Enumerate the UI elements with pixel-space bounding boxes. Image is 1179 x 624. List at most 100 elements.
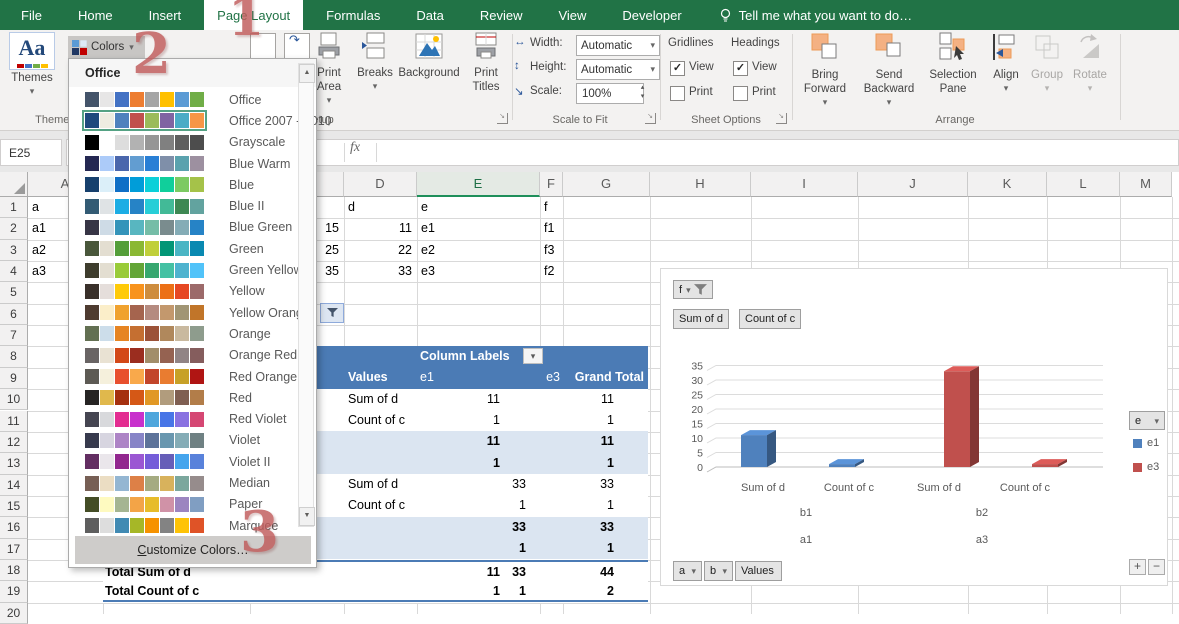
row-header-3[interactable]: 3 xyxy=(0,240,28,261)
tab-developer[interactable]: Developer xyxy=(609,0,694,30)
row-header-15[interactable]: 15 xyxy=(0,496,28,517)
theme-palette-yellow-orange[interactable]: Yellow Orange xyxy=(69,302,297,323)
align-button[interactable]: Align xyxy=(986,32,1026,94)
cell-E1[interactable]: e xyxy=(421,197,535,218)
theme-palette-green[interactable]: Green xyxy=(69,238,297,259)
legend-item-e1[interactable]: e1 xyxy=(1133,437,1159,449)
column-header-l[interactable]: L xyxy=(1047,172,1120,197)
selection-pane-button[interactable]: Selection Pane xyxy=(924,32,982,96)
theme-palette-grayscale[interactable]: Grayscale xyxy=(69,132,297,153)
scroll-up-icon[interactable]: ▲ xyxy=(299,64,315,83)
row-header-18[interactable]: 18 xyxy=(0,560,28,581)
legend-item-e3[interactable]: e3 xyxy=(1133,461,1159,473)
cell-E4[interactable]: e3 xyxy=(421,261,535,282)
column-header-i[interactable]: I xyxy=(751,172,858,197)
row-header-2[interactable]: 2 xyxy=(0,218,28,239)
cell-F2[interactable]: f1 xyxy=(544,218,558,239)
theme-palette-blue[interactable]: Blue xyxy=(69,174,297,195)
fx-icon[interactable]: fx xyxy=(350,140,360,156)
cell-D3[interactable]: 22 xyxy=(348,240,412,261)
themes-button[interactable]: Aa Themes xyxy=(4,32,60,97)
theme-palette-green-yellow[interactable]: Green Yellow xyxy=(69,259,297,280)
theme-palette-red-orange[interactable]: Red Orange xyxy=(69,366,297,387)
tab-view[interactable]: View xyxy=(545,0,599,30)
row-header-7[interactable]: 7 xyxy=(0,325,28,346)
tab-review[interactable]: Review xyxy=(467,0,536,30)
pivot-row[interactable]: Total Count of c112 xyxy=(103,581,648,602)
column-header-f[interactable]: F xyxy=(540,172,563,197)
column-header-e[interactable]: E xyxy=(417,172,540,197)
breaks-button[interactable]: Breaks xyxy=(352,32,398,92)
cell-D4[interactable]: 33 xyxy=(348,261,412,282)
row-header-12[interactable]: 12 xyxy=(0,432,28,453)
column-header-k[interactable]: K xyxy=(968,172,1047,197)
row-header-19[interactable]: 19 xyxy=(0,581,28,602)
chart-axis-button-a[interactable]: a xyxy=(673,561,702,581)
width-select[interactable]: Automatic xyxy=(576,35,660,56)
theme-palette-office[interactable]: Office xyxy=(69,89,297,110)
row-header-10[interactable]: 10 xyxy=(0,389,28,410)
chart-axis-button-b[interactable]: b xyxy=(704,561,733,581)
theme-palette-violet-ii[interactable]: Violet II xyxy=(69,451,297,472)
cell-F4[interactable]: f2 xyxy=(544,261,558,282)
row-header-9[interactable]: 9 xyxy=(0,368,28,389)
cell-D2[interactable]: 11 xyxy=(348,218,412,239)
cell-F1[interactable]: f xyxy=(544,197,558,218)
chart-legend-field-button[interactable]: e xyxy=(1129,411,1165,430)
tab-data[interactable]: Data xyxy=(403,0,456,30)
theme-palette-orange-red[interactable]: Orange Red xyxy=(69,345,297,366)
scale-spinner[interactable]: ▴▾ xyxy=(636,83,649,102)
send-backward-button[interactable]: Send Backward xyxy=(856,32,922,108)
background-button[interactable]: Background xyxy=(396,32,462,80)
chart-value-button-count-of-c[interactable]: Count of c xyxy=(739,309,801,329)
row-header-16[interactable]: 16 xyxy=(0,517,28,538)
pivot-filter-funnel-button[interactable] xyxy=(320,303,344,323)
column-header-g[interactable]: G xyxy=(563,172,650,197)
column-header-j[interactable]: J xyxy=(858,172,968,197)
gridlines-print-checkbox[interactable] xyxy=(670,86,685,101)
row-header-5[interactable]: 5 xyxy=(0,282,28,303)
tell-me-box[interactable]: Tell me what you want to do… xyxy=(719,0,912,30)
row-header-1[interactable]: 1 xyxy=(0,197,28,218)
row-header-14[interactable]: 14 xyxy=(0,475,28,496)
row-header-8[interactable]: 8 xyxy=(0,346,28,367)
tab-file[interactable]: File xyxy=(8,0,55,30)
select-all-corner[interactable] xyxy=(0,172,28,197)
chart-filter-field-button[interactable]: f xyxy=(673,280,713,299)
pivot-column-labels-dropdown[interactable] xyxy=(523,348,543,364)
height-select[interactable]: Automatic xyxy=(576,59,660,80)
chart-zoom-in-button[interactable]: + xyxy=(1129,559,1146,575)
row-header-20[interactable]: 20 xyxy=(0,603,28,624)
cell-D1[interactable]: d xyxy=(348,197,412,218)
theme-palette-yellow[interactable]: Yellow xyxy=(69,281,297,302)
theme-palette-blue-ii[interactable]: Blue II xyxy=(69,196,297,217)
cell-E2[interactable]: e1 xyxy=(421,218,535,239)
headings-view-checkbox[interactable]: ✓ xyxy=(733,61,748,76)
chart-axis-button-values[interactable]: Values xyxy=(735,561,782,581)
print-titles-button[interactable]: Print Titles xyxy=(462,32,510,94)
column-header-m[interactable]: M xyxy=(1120,172,1172,197)
gridlines-view-checkbox[interactable]: ✓ xyxy=(670,61,685,76)
scale-input[interactable]: 100% xyxy=(576,83,644,104)
colors-menu-scrollbar[interactable]: ▲ ▼ xyxy=(298,63,314,527)
chart-zoom-out-button[interactable]: − xyxy=(1148,559,1165,575)
tab-formulas[interactable]: Formulas xyxy=(313,0,393,30)
column-header-d[interactable]: D xyxy=(344,172,417,197)
theme-palette-blue-green[interactable]: Blue Green xyxy=(69,217,297,238)
theme-palette-red-violet[interactable]: Red Violet xyxy=(69,409,297,430)
name-box[interactable]: E25 xyxy=(0,139,62,166)
row-header-13[interactable]: 13 xyxy=(0,453,28,474)
sheet-options-dialog-launcher[interactable]: ↘ xyxy=(776,113,787,124)
page-setup-dialog-launcher[interactable]: ↘ xyxy=(497,113,508,124)
theme-palette-red[interactable]: Red xyxy=(69,387,297,408)
pivot-chart[interactable]: 05101520253035Sum of dCount of cSum of d… xyxy=(660,268,1168,586)
theme-palette-median[interactable]: Median xyxy=(69,472,297,493)
column-header-h[interactable]: H xyxy=(650,172,751,197)
row-header-17[interactable]: 17 xyxy=(0,539,28,560)
theme-palette-orange[interactable]: Orange xyxy=(69,323,297,344)
chart-value-button-sum-of-d[interactable]: Sum of d xyxy=(673,309,729,329)
scale-to-fit-dialog-launcher[interactable]: ↘ xyxy=(645,113,656,124)
row-header-4[interactable]: 4 xyxy=(0,261,28,282)
theme-palette-blue-warm[interactable]: Blue Warm xyxy=(69,153,297,174)
cell-E3[interactable]: e2 xyxy=(421,240,535,261)
